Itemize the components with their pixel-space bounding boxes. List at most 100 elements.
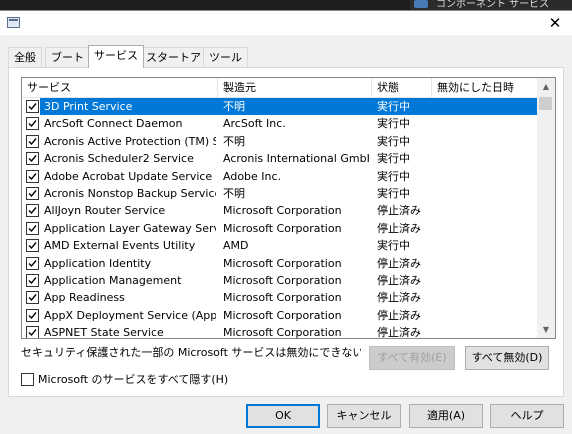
service-status: 実行中 <box>377 169 410 183</box>
service-name: AppX Deployment Service (AppXS... <box>44 308 216 322</box>
service-row[interactable]: AppX Deployment Service (AppXS... Microso… <box>22 307 538 324</box>
service-checkbox[interactable] <box>26 221 39 235</box>
service-name: Acronis Nonstop Backup Service <box>44 187 216 200</box>
component-services-icon <box>414 0 428 8</box>
service-checkbox[interactable] <box>26 291 39 305</box>
service-manufacturer: 不明 <box>223 134 245 148</box>
service-manufacturer: Microsoft Corporation <box>223 326 342 339</box>
service-status: 停止済み <box>377 204 421 218</box>
vertical-scrollbar[interactable]: ▲ ▼ <box>537 78 555 338</box>
service-name: ArcSoft Connect Daemon <box>44 117 183 131</box>
protected-services-note: セキュリティ保護された一部の Microsoft サービスは無効にできない場合が… <box>21 346 361 359</box>
service-status: 実行中 <box>377 100 410 113</box>
service-status: 停止済み <box>377 221 421 235</box>
service-row[interactable]: Acronis Active Protection (TM) Serv... 不明… <box>22 133 538 150</box>
service-name: Application Management <box>44 274 182 287</box>
service-row[interactable]: Application Management Microsoft Corporat… <box>22 272 538 289</box>
service-checkbox[interactable] <box>26 187 39 200</box>
tab-boot[interactable]: ブート <box>45 47 90 67</box>
service-manufacturer: Microsoft Corporation <box>223 204 342 218</box>
help-button[interactable]: ヘルプ <box>490 404 564 428</box>
service-checkbox[interactable] <box>26 274 39 287</box>
checkmark-icon <box>28 137 37 145</box>
column-header-status[interactable]: 状態 <box>372 78 431 98</box>
service-name: Acronis Active Protection (TM) Serv... <box>44 134 216 148</box>
service-manufacturer: 不明 <box>223 100 245 113</box>
hide-microsoft-services-label: Microsoft のサービスをすべて隠す(H) <box>38 373 229 386</box>
service-row[interactable]: ASPNET State Service Microsoft Corporatio… <box>22 324 538 339</box>
service-status: 停止済み <box>377 256 421 270</box>
column-header-date-disabled[interactable]: 無効にした日時 <box>432 78 537 98</box>
hide-microsoft-services-checkbox[interactable] <box>21 372 34 386</box>
title-bar: ✕ <box>0 11 572 35</box>
service-manufacturer: ArcSoft Inc. <box>223 117 286 131</box>
checkmark-icon <box>28 329 37 337</box>
close-button[interactable]: ✕ <box>540 11 570 35</box>
service-status: 停止済み <box>377 326 421 339</box>
service-checkbox[interactable] <box>26 239 39 253</box>
background-window-tab: コンポーネント サービス <box>410 0 572 10</box>
enable-all-button[interactable]: すべて有効(E) <box>369 346 455 370</box>
service-row[interactable]: ArcSoft Connect Daemon ArcSoft Inc. 実行中 <box>22 115 538 132</box>
column-header-manufacturer[interactable]: 製造元 <box>218 78 371 98</box>
service-row[interactable]: 3D Print Service 不明 実行中 <box>22 98 538 115</box>
service-checkbox[interactable] <box>26 204 39 218</box>
service-name: 3D Print Service <box>44 100 133 113</box>
apply-button[interactable]: 適用(A) <box>409 404 483 428</box>
service-row[interactable]: Adobe Acrobat Update Service Adobe Inc. 実行… <box>22 168 538 185</box>
service-manufacturer: Adobe Inc. <box>223 169 282 183</box>
checkmark-icon <box>28 259 37 267</box>
tab-tools[interactable]: ツール <box>203 47 248 67</box>
scrollbar-thumb[interactable] <box>539 97 552 110</box>
column-header-service[interactable]: サービス <box>22 78 218 98</box>
service-row[interactable]: Application Layer Gateway Service Microso… <box>22 220 538 237</box>
service-row[interactable]: App Readiness Microsoft Corporation 停止済み <box>22 289 538 306</box>
service-checkbox[interactable] <box>26 169 39 183</box>
checkmark-icon <box>28 190 37 198</box>
ok-button[interactable]: OK <box>246 404 320 428</box>
checkmark-icon <box>28 103 37 111</box>
service-row[interactable]: Acronis Scheduler2 Service Acronis Intern… <box>22 150 538 167</box>
service-name: Application Identity <box>44 256 152 270</box>
hide-microsoft-services-option[interactable]: Microsoft のサービスをすべて隠す(H) <box>21 371 228 387</box>
service-name: AMD External Events Utility <box>44 239 196 253</box>
services-list: サービス 製造元 状態 無効にした日時 3D Print Service 不明 実行… <box>21 77 556 339</box>
service-status: 停止済み <box>377 274 421 287</box>
service-row[interactable]: AMD External Events Utility AMD 実行中 <box>22 237 538 254</box>
checkmark-icon <box>28 242 37 250</box>
service-status: 停止済み <box>377 291 421 305</box>
service-row[interactable]: AllJoyn Router Service Microsoft Corporat… <box>22 202 538 219</box>
tab-general[interactable]: 全般 <box>8 47 42 67</box>
service-checkbox[interactable] <box>26 134 39 148</box>
service-checkbox[interactable] <box>26 152 39 166</box>
checkmark-icon <box>28 207 37 215</box>
tab-services[interactable]: サービス <box>88 45 144 68</box>
service-status: 実行中 <box>377 117 410 131</box>
checkmark-icon <box>28 277 37 285</box>
service-manufacturer: Microsoft Corporation <box>223 308 342 322</box>
service-checkbox[interactable] <box>26 326 39 338</box>
checkmark-icon <box>28 294 37 302</box>
cancel-button[interactable]: キャンセル <box>327 404 401 428</box>
disable-all-button[interactable]: すべて無効(D) <box>465 346 549 370</box>
service-checkbox[interactable] <box>26 256 39 270</box>
service-manufacturer: Microsoft Corporation <box>223 291 342 305</box>
service-status: 実行中 <box>377 239 410 253</box>
scroll-down-icon[interactable]: ▼ <box>537 321 555 338</box>
scroll-up-icon[interactable]: ▲ <box>537 78 555 95</box>
checkmark-icon <box>28 155 37 163</box>
service-status: 停止済み <box>377 308 421 322</box>
service-checkbox[interactable] <box>26 117 39 131</box>
service-manufacturer: Acronis International GmbH <box>223 152 369 166</box>
service-row[interactable]: Application Identity Microsoft Corporatio… <box>22 255 538 272</box>
service-checkbox[interactable] <box>26 100 39 113</box>
service-name: Adobe Acrobat Update Service <box>44 169 213 183</box>
checkmark-icon <box>28 311 37 319</box>
service-name: App Readiness <box>44 291 125 305</box>
service-row[interactable]: Acronis Nonstop Backup Service 不明 実行中 <box>22 185 538 202</box>
system-configuration-window: ✕ 全般 ブート サービス スタートアップ ツール サービス 製造元 状態 無効… <box>0 10 572 434</box>
service-manufacturer: 不明 <box>223 187 245 200</box>
service-name: ASPNET State Service <box>44 326 164 339</box>
service-checkbox[interactable] <box>26 308 39 322</box>
service-manufacturer: Microsoft Corporation <box>223 274 342 287</box>
